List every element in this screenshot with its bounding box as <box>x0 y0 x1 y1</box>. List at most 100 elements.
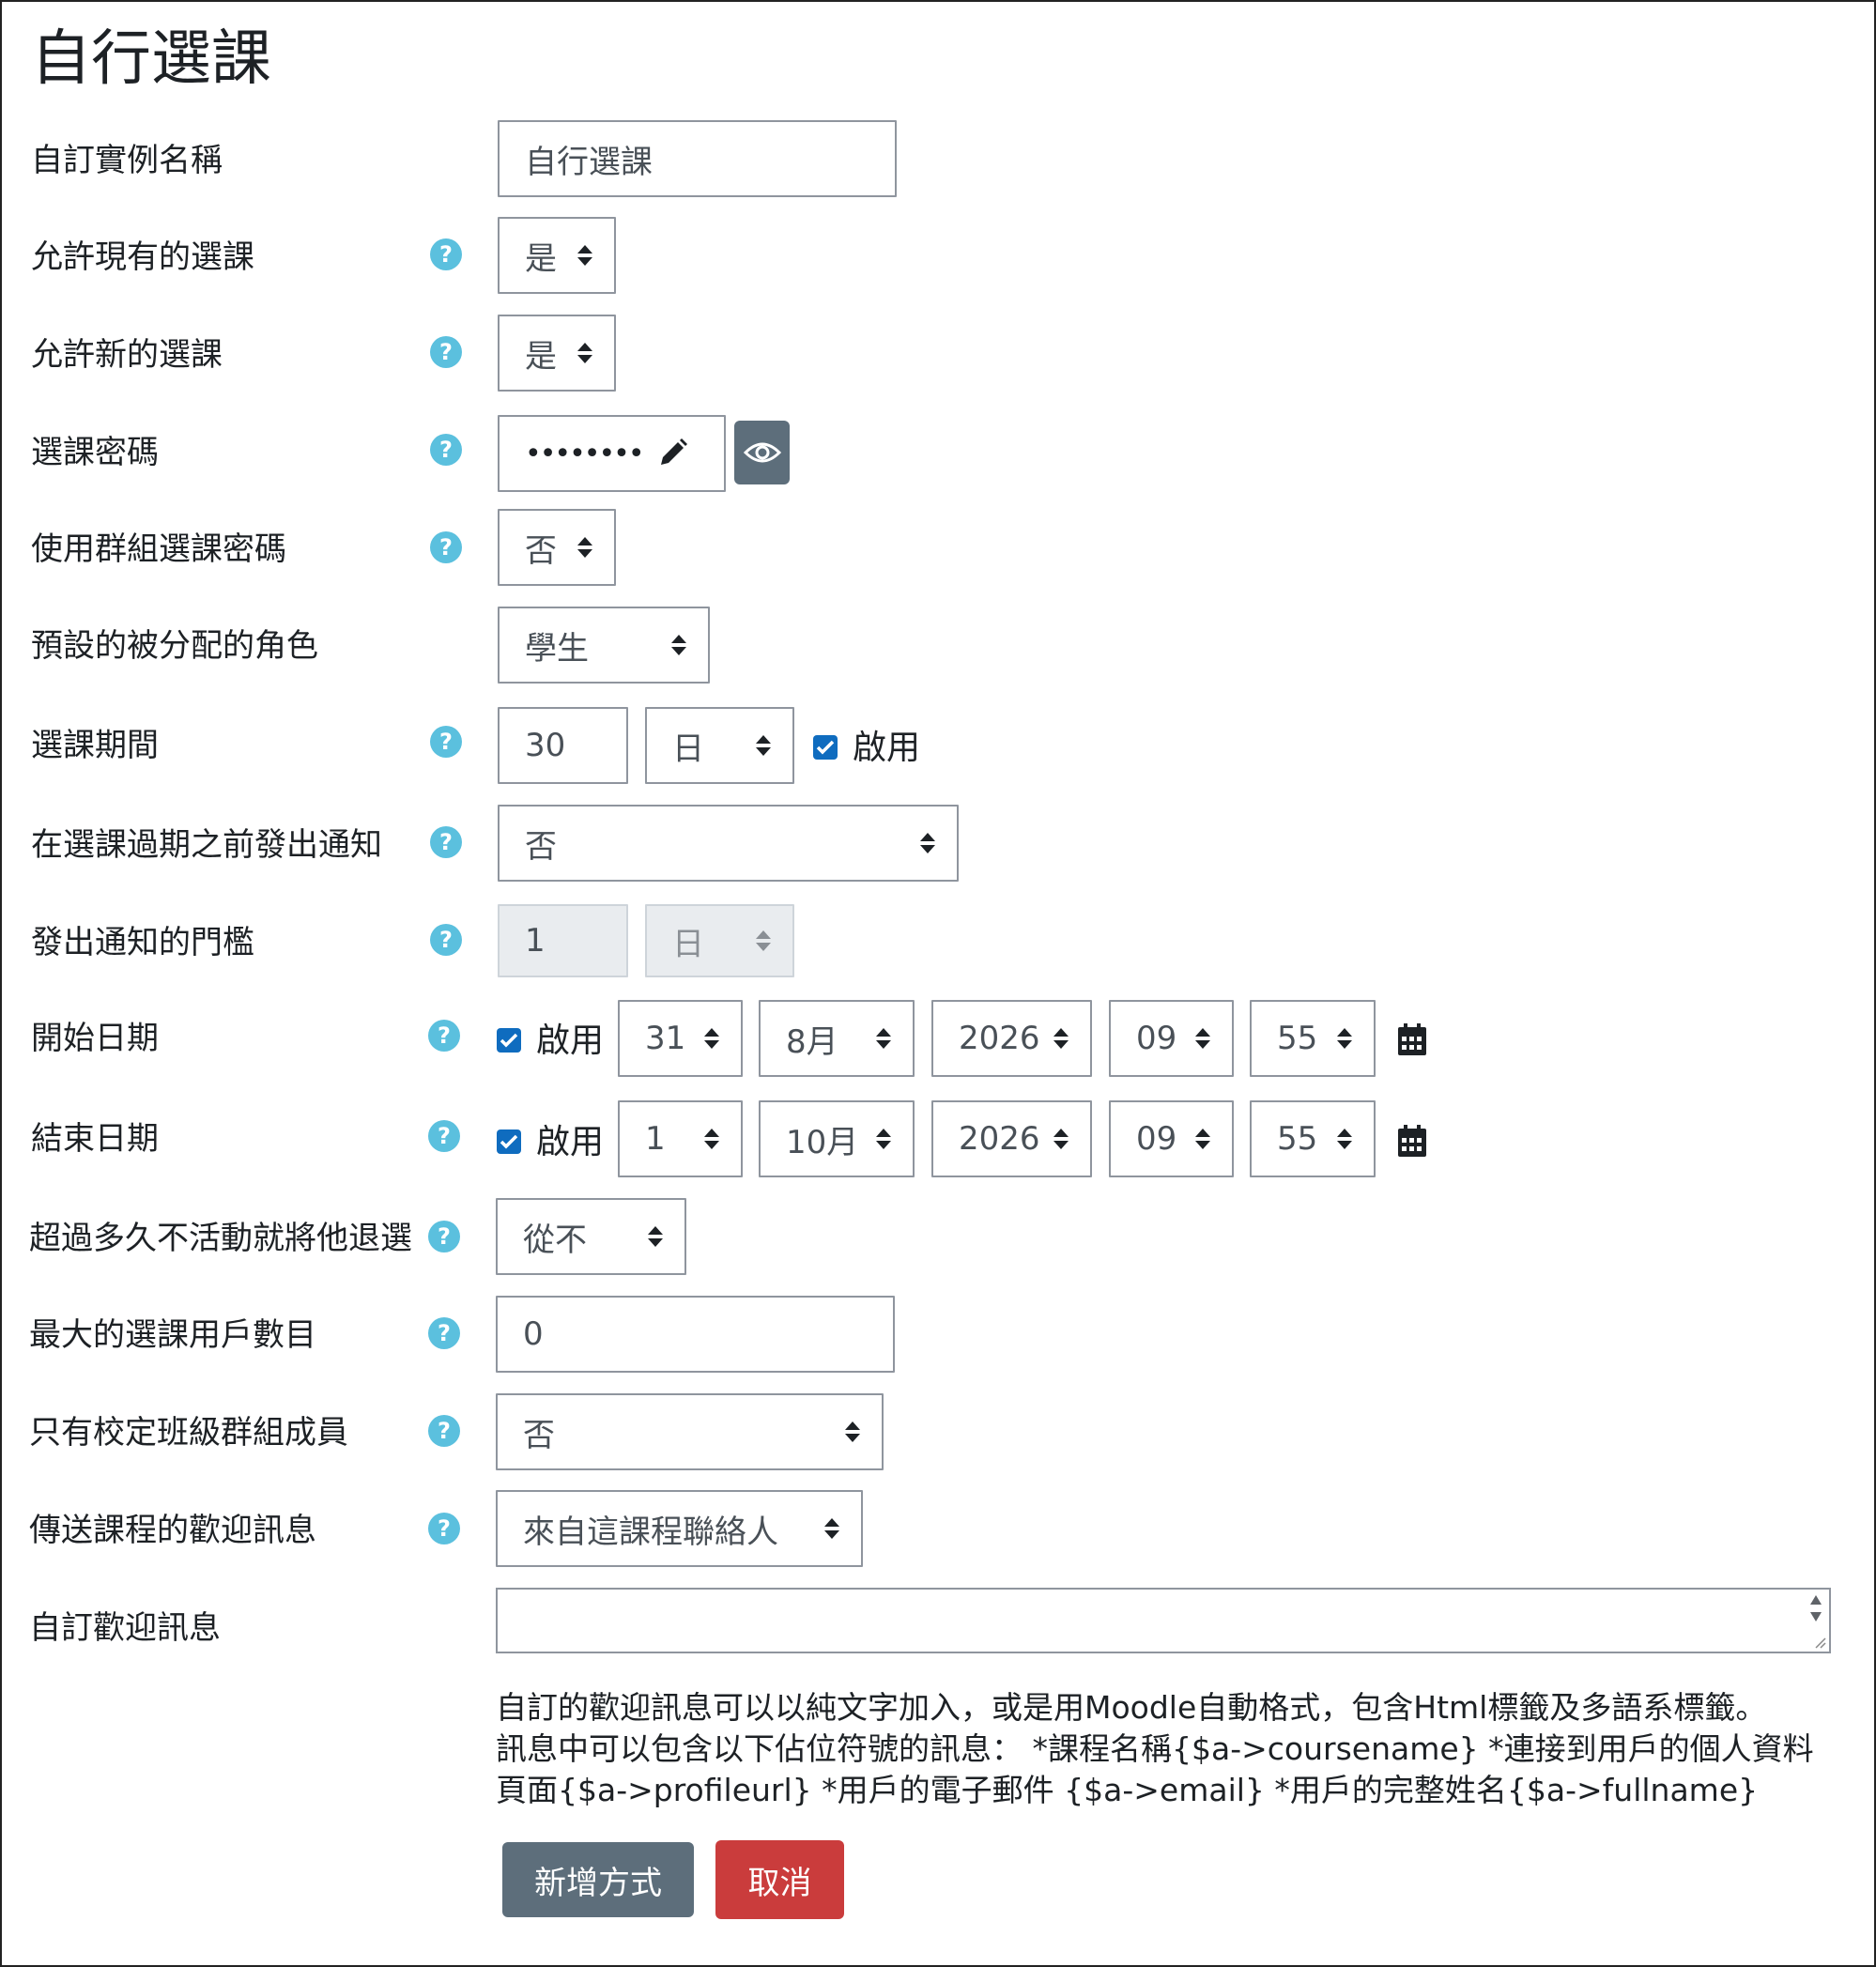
end-hour-select[interactable]: 09 <box>1109 1100 1234 1177</box>
sort-caret-icon <box>824 1518 839 1539</box>
expiry-notify-label: 在選課過期之前發出通知 <box>31 826 382 864</box>
pencil-icon[interactable] <box>656 438 688 469</box>
enrol-period-number: 30 <box>525 727 566 764</box>
end-year-select[interactable]: 2026 <box>931 1100 1092 1177</box>
expiry-threshold-number: 1 <box>525 922 546 960</box>
end-month-value: 10月 <box>786 1123 859 1161</box>
reveal-password-button[interactable] <box>734 421 790 484</box>
allow-existing-value: 是 <box>525 239 557 278</box>
help-icon[interactable]: ? <box>428 1415 460 1447</box>
instance-name-label: 自訂實例名稱 <box>31 142 223 179</box>
enrol-period-enable-label: 啟用 <box>853 729 921 767</box>
welcome-help-line-2: 訊息中可以包含以下佔位符號的訊息： *課程名稱{$a->coursename} … <box>496 1730 1814 1767</box>
start-date-enable-label: 啟用 <box>536 1022 605 1060</box>
help-icon[interactable]: ? <box>430 336 462 368</box>
enrol-period-unit: 日 <box>672 730 704 768</box>
end-date-label: 結束日期 <box>31 1120 159 1158</box>
start-month-select[interactable]: 8月 <box>759 1000 915 1077</box>
expiry-notify-value: 否 <box>525 827 557 866</box>
start-date-enable-checkbox[interactable] <box>497 1028 521 1053</box>
sort-caret-icon <box>1053 1028 1069 1049</box>
sort-caret-icon <box>704 1028 719 1049</box>
longtime-nosee-label: 超過多久不活動就將他退選 <box>29 1220 412 1257</box>
cohort-only-value: 否 <box>523 1416 555 1454</box>
help-icon[interactable]: ? <box>428 1020 460 1052</box>
checkmark-icon <box>500 1134 518 1149</box>
group-key-value: 否 <box>525 531 557 570</box>
help-icon[interactable]: ? <box>428 1513 460 1544</box>
password-masked-value: •••••••• <box>525 437 645 470</box>
start-minute-select[interactable]: 55 <box>1250 1000 1376 1077</box>
expiry-threshold-label: 發出通知的門檻 <box>31 924 254 961</box>
end-day-select[interactable]: 1 <box>618 1100 743 1177</box>
default-role-value: 學生 <box>525 629 589 668</box>
resize-handle-icon[interactable] <box>1813 1636 1826 1649</box>
sort-caret-icon <box>1195 1129 1210 1149</box>
allow-existing-select[interactable]: 是 <box>498 217 616 294</box>
help-icon[interactable]: ? <box>428 1221 460 1252</box>
enrol-period-unit-select[interactable]: 日 <box>645 707 794 784</box>
expiry-threshold-unit-select[interactable]: 日 <box>645 904 794 977</box>
allow-new-select[interactable]: 是 <box>498 315 616 392</box>
custom-welcome-textarea[interactable] <box>496 1588 1831 1653</box>
start-hour-select[interactable]: 09 <box>1109 1000 1234 1077</box>
checkmark-icon <box>816 740 835 755</box>
cancel-button[interactable]: 取消 <box>715 1840 844 1919</box>
longtime-nosee-value: 從不 <box>523 1221 587 1259</box>
longtime-nosee-select[interactable]: 從不 <box>496 1198 686 1275</box>
enrol-period-enable-checkbox[interactable] <box>813 735 838 760</box>
help-icon[interactable]: ? <box>428 1317 460 1349</box>
allow-existing-label: 允許現有的選課 <box>31 238 254 276</box>
password-field[interactable]: •••••••• <box>498 415 726 492</box>
max-enrolled-input[interactable]: 0 <box>496 1296 895 1373</box>
end-minute-value: 55 <box>1277 1120 1318 1158</box>
sort-caret-icon <box>704 1129 719 1149</box>
end-day-value: 1 <box>645 1120 666 1158</box>
end-month-select[interactable]: 10月 <box>759 1100 915 1177</box>
expiry-notify-select[interactable]: 否 <box>498 805 959 882</box>
allow-new-label: 允許新的選課 <box>31 336 223 374</box>
help-icon[interactable]: ? <box>430 531 462 563</box>
help-icon[interactable]: ? <box>430 924 462 956</box>
start-year-select[interactable]: 2026 <box>931 1000 1092 1077</box>
max-enrolled-label: 最大的選課用戶數目 <box>29 1316 316 1354</box>
cohort-only-select[interactable]: 否 <box>496 1393 884 1470</box>
max-enrolled-value: 0 <box>523 1315 544 1353</box>
sort-caret-icon <box>756 735 771 756</box>
calendar-icon[interactable] <box>1397 1125 1427 1157</box>
help-icon[interactable]: ? <box>430 434 462 466</box>
instance-name-input[interactable]: 自行選課 <box>498 120 897 197</box>
end-date-enable-checkbox[interactable] <box>497 1129 521 1154</box>
expiry-threshold-unit: 日 <box>672 925 704 963</box>
start-month-value: 8月 <box>786 1022 838 1061</box>
start-minute-value: 55 <box>1277 1020 1318 1057</box>
default-role-select[interactable]: 學生 <box>498 607 710 684</box>
add-method-button[interactable]: 新增方式 <box>502 1842 694 1917</box>
textarea-scroll-arrows-icon[interactable] <box>1808 1593 1823 1627</box>
group-key-select[interactable]: 否 <box>498 509 616 586</box>
enrol-period-number-input[interactable]: 30 <box>498 707 628 784</box>
welcome-sender-select[interactable]: 來自這課程聯絡人 <box>496 1490 863 1567</box>
password-label: 選課密碼 <box>31 434 159 471</box>
sort-caret-icon <box>876 1129 891 1149</box>
page-title: 自行選課 <box>31 24 271 94</box>
expiry-threshold-number-input[interactable]: 1 <box>498 904 628 977</box>
custom-welcome-label: 自訂歡迎訊息 <box>29 1609 221 1647</box>
end-date-enable-label: 啟用 <box>536 1123 605 1161</box>
instance-name-value: 自行選課 <box>525 143 653 181</box>
help-icon[interactable]: ? <box>430 726 462 758</box>
calendar-icon[interactable] <box>1397 1023 1427 1055</box>
help-icon[interactable]: ? <box>430 238 462 270</box>
end-minute-select[interactable]: 55 <box>1250 1100 1376 1177</box>
checkmark-icon <box>500 1033 518 1048</box>
start-date-label: 開始日期 <box>31 1020 159 1057</box>
help-icon[interactable]: ? <box>430 826 462 858</box>
sort-caret-icon <box>756 930 771 951</box>
start-hour-value: 09 <box>1136 1020 1177 1057</box>
sort-caret-icon <box>1053 1129 1069 1149</box>
eye-icon <box>743 442 781 463</box>
start-day-select[interactable]: 31 <box>618 1000 743 1077</box>
cohort-only-label: 只有校定班級群組成員 <box>29 1414 348 1452</box>
help-icon[interactable]: ? <box>428 1120 460 1152</box>
start-day-value: 31 <box>645 1020 686 1057</box>
